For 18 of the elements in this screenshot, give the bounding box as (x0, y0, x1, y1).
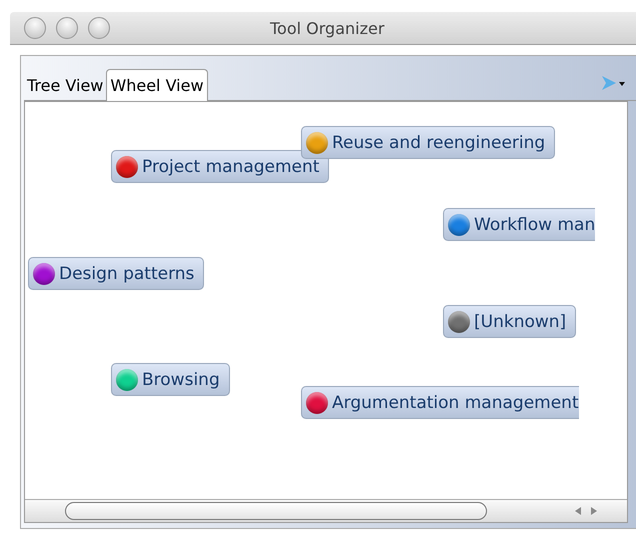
close-button[interactable] (24, 17, 46, 39)
tab[interactable]: Tree View (24, 70, 106, 100)
window-title: Tool Organizer (270, 18, 384, 38)
category-node[interactable]: Project management (111, 150, 330, 183)
scroll-thumb[interactable] (65, 502, 487, 520)
scroll-right-icon[interactable] (591, 507, 597, 515)
view-menu-icon[interactable] (600, 74, 626, 92)
minimize-button[interactable] (56, 17, 78, 39)
horizontal-scrollbar[interactable] (25, 499, 627, 522)
tab[interactable]: Wheel View (106, 69, 208, 101)
category-node[interactable]: Design patterns (28, 257, 204, 290)
category-node[interactable]: [Unknown] (443, 305, 576, 338)
zoom-button[interactable] (88, 17, 110, 39)
scroll-left-icon[interactable] (575, 507, 581, 515)
category-node[interactable]: Reuse and reengineering (301, 126, 556, 159)
category-node[interactable]: Workflow man (443, 208, 596, 241)
category-node[interactable]: Browsing (111, 363, 230, 396)
category-node[interactable]: Argumentation management (301, 386, 579, 419)
